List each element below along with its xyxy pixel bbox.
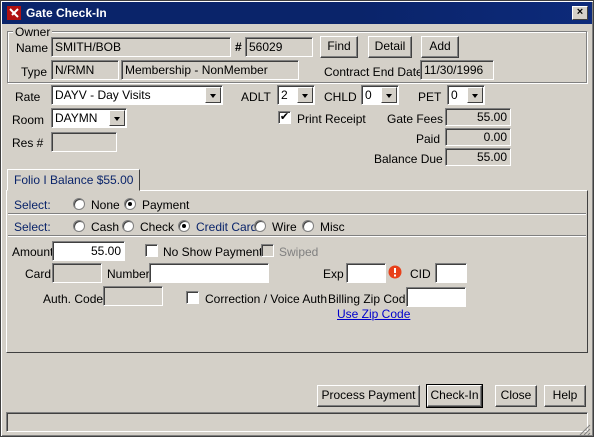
chevron-down-icon[interactable] <box>205 87 221 103</box>
no-show-checkbox[interactable] <box>145 244 158 257</box>
radio-misc-label: Misc <box>320 220 345 234</box>
cid-label: CID <box>410 267 431 281</box>
exp-label: Exp <box>323 267 344 281</box>
pet-select-value: 0 <box>451 88 458 102</box>
type-desc-field: Membership - NonMember <box>121 60 299 80</box>
adlt-select-value: 2 <box>281 88 288 102</box>
hash-label: # <box>235 40 242 54</box>
adlt-select[interactable]: 2 <box>277 85 315 105</box>
radio-check[interactable] <box>122 220 134 232</box>
chevron-down-icon[interactable] <box>109 110 125 126</box>
amount-label: Amount <box>12 245 54 259</box>
close-button[interactable]: Close <box>495 385 537 407</box>
name-field: SMITH/BOB <box>51 37 231 57</box>
gate-fees-field: 55.00 <box>445 108 511 126</box>
tab-folio-balance-label: Folio I Balance $55.00 <box>14 173 134 187</box>
chld-label: CHLD <box>324 90 357 104</box>
no-show-label: No Show Payment <box>163 245 263 259</box>
print-receipt-checkbox[interactable]: ✔ <box>278 111 291 124</box>
card-number-input[interactable] <box>149 263 269 283</box>
billing-zip-input[interactable] <box>406 287 466 307</box>
type-label: Type <box>21 65 48 79</box>
adlt-label: ADLT <box>241 90 271 104</box>
chld-select-value: 0 <box>365 88 372 102</box>
radio-wire-label: Wire <box>272 220 297 234</box>
chld-select[interactable]: 0 <box>361 85 399 105</box>
gate-fees-label: Gate Fees <box>387 112 444 126</box>
exp-input[interactable] <box>346 263 386 283</box>
radio-payment-label: Payment <box>142 198 190 212</box>
swiped-checkbox[interactable] <box>261 244 274 257</box>
chevron-down-icon[interactable] <box>381 87 397 103</box>
find-button[interactable]: Find <box>320 36 358 58</box>
close-icon[interactable]: × <box>572 6 588 20</box>
pet-select[interactable]: 0 <box>447 85 485 105</box>
warning-icon <box>388 265 402 279</box>
pet-label: PET <box>418 90 442 104</box>
radio-cash-label: Cash <box>91 220 120 234</box>
detail-button[interactable]: Detail <box>368 36 412 58</box>
correction-label: Correction / Voice Auth <box>205 292 328 306</box>
cid-input[interactable] <box>435 263 467 283</box>
resize-grip-icon[interactable] <box>579 424 591 436</box>
radio-cash[interactable] <box>73 220 85 232</box>
radio-none-label: None <box>91 198 120 212</box>
balance-due-field: 55.00 <box>445 148 511 166</box>
radio-check-label: Check <box>140 220 175 234</box>
paid-field: 0.00 <box>445 128 511 146</box>
radio-misc[interactable] <box>302 220 314 232</box>
select1-label: Select: <box>14 198 51 212</box>
paid-label: Paid <box>416 132 441 146</box>
card-label: Card <box>25 267 52 281</box>
app-icon <box>7 6 21 20</box>
name-label: Name <box>16 41 49 55</box>
select2-label: Select: <box>14 220 51 234</box>
tab-folio-balance[interactable]: Folio I Balance $55.00 <box>7 169 141 191</box>
radio-wire[interactable] <box>254 220 266 232</box>
owner-legend: Owner <box>13 25 53 39</box>
radio-none[interactable] <box>73 198 85 210</box>
folio-divider-2 <box>8 235 586 237</box>
number-label: Number <box>107 267 150 281</box>
rate-select[interactable]: DAYV - Day Visits <box>51 85 223 105</box>
res-field <box>51 132 117 152</box>
chevron-down-icon[interactable] <box>467 87 483 103</box>
use-zip-code-link[interactable]: Use Zip Code <box>337 307 410 321</box>
help-button[interactable]: Help <box>544 385 586 407</box>
auth-code-field <box>103 286 163 306</box>
amount-input[interactable]: 55.00 <box>52 241 125 261</box>
owner-number-field: 56029 <box>245 37 313 57</box>
res-label: Res # <box>12 136 44 150</box>
chevron-down-icon[interactable] <box>297 87 313 103</box>
rate-label: Rate <box>15 90 41 104</box>
type-code-field: N/RMN <box>51 60 119 80</box>
swiped-label: Swiped <box>279 245 319 259</box>
balance-due-label: Balance Due <box>374 152 443 166</box>
room-select[interactable]: DAYMN <box>51 108 127 128</box>
card-field <box>52 263 102 283</box>
contract-end-field: 11/30/1996 <box>420 60 494 80</box>
room-label: Room <box>12 113 45 127</box>
radio-credit-card[interactable] <box>178 220 190 232</box>
room-select-value: DAYMN <box>55 111 98 125</box>
check-in-button[interactable]: Check-In <box>426 384 483 408</box>
process-payment-button[interactable]: Process Payment <box>317 385 420 407</box>
contract-end-label: Contract End Date <box>324 65 423 79</box>
radio-payment[interactable] <box>124 198 136 210</box>
status-bar <box>6 412 588 432</box>
rate-select-value: DAYV - Day Visits <box>55 88 151 102</box>
billing-zip-label: Billing Zip Code <box>328 292 413 306</box>
radio-credit-card-label: Credit Card <box>196 220 258 234</box>
add-button[interactable]: Add <box>421 36 459 58</box>
title-bar[interactable]: Gate Check-In × <box>2 2 592 24</box>
window-title: Gate Check-In <box>26 6 107 20</box>
gate-checkin-window: Gate Check-In × Owner Name SMITH/BOB # 5… <box>0 0 594 437</box>
correction-checkbox[interactable] <box>186 291 199 304</box>
print-receipt-label: Print Receipt <box>297 112 366 126</box>
auth-code-label: Auth. Code <box>43 292 104 306</box>
folio-divider-1 <box>8 213 586 215</box>
